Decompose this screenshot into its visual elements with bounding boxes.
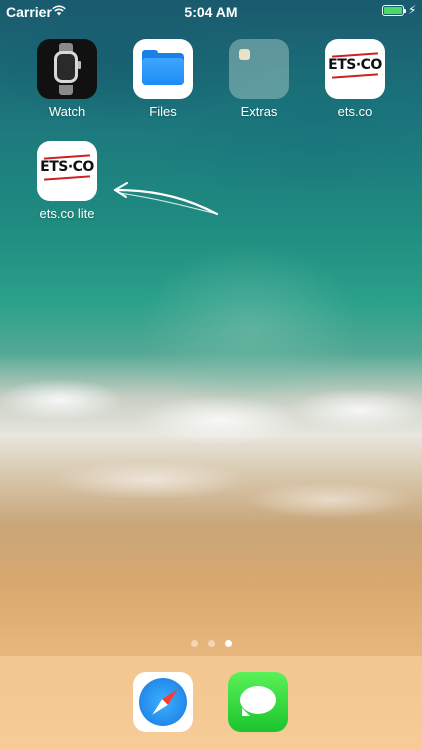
dock-app-safari[interactable] [133,672,193,732]
app-ets-co-lite[interactable]: ETS·CO ets.co lite [27,141,107,221]
ets-co-logo-icon: ETS·CO [325,39,385,99]
folder-group-icon [229,39,289,99]
hand-drawn-arrow-icon [113,182,219,216]
app-ets-co[interactable]: ETS·CO ets.co [315,39,395,119]
wallpaper-wave-foam [0,360,422,550]
ets-co-logo-icon: ETS·CO [37,141,97,201]
app-label-ets-co-lite: ets.co lite [39,206,95,221]
app-watch[interactable]: Watch [27,39,107,119]
app-files[interactable]: Files [123,39,203,119]
page-dot[interactable] [207,640,215,647]
ets-co-logo-text: ETS·CO [328,57,382,73]
app-label-ets-co: ets.co [337,104,373,119]
folder-icon [133,39,193,99]
battery-icon [382,5,406,16]
page-dot-active[interactable] [224,640,232,647]
app-folder-extras[interactable]: Extras [219,39,299,119]
status-bar: Carrier 5:04 AM ⚡ [0,0,422,22]
page-indicator[interactable] [0,640,422,647]
dock-app-messages[interactable] [228,672,288,732]
app-label-files: Files [149,104,177,119]
messages-bubble-icon [228,672,288,732]
battery-level [384,7,402,14]
status-time: 5:04 AM [184,4,238,20]
app-label-watch: Watch [48,104,86,119]
page-dot[interactable] [190,640,198,647]
safari-compass-icon [133,672,193,732]
dock [0,656,422,750]
apple-watch-icon [37,39,97,99]
ets-co-lite-logo-text: ETS·CO [40,159,94,175]
charging-bolt-icon: ⚡ [408,3,417,17]
app-label-extras: Extras [240,104,278,119]
